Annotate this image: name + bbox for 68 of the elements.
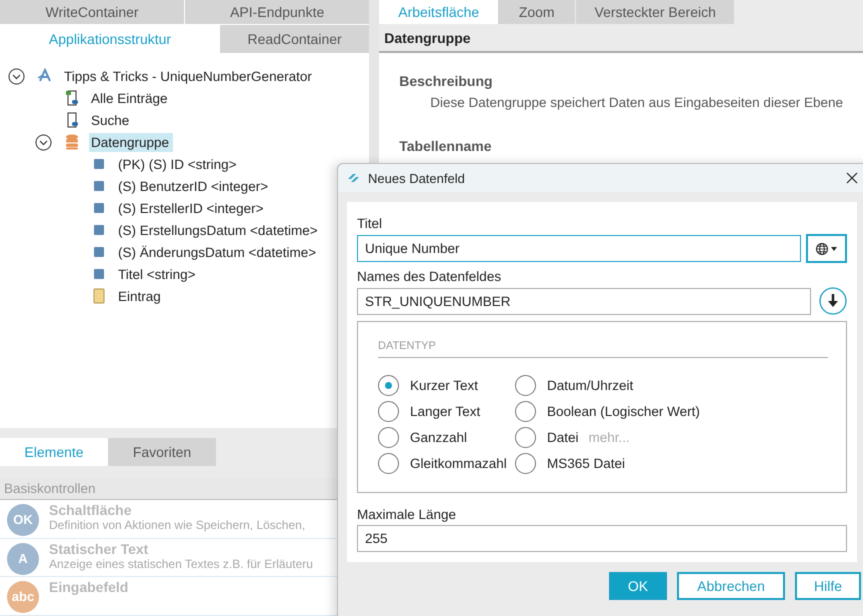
field-label: Names des Datenfeldes [357,269,502,284]
radio-button[interactable] [378,400,399,422]
tree-item[interactable]: (S) BenutzerID <integer> [116,176,272,196]
language-button[interactable] [806,234,847,263]
field-label: Titel [357,216,384,231]
page-icon [65,90,79,106]
radio-button[interactable] [378,426,399,448]
field-label: Maximale Länge [357,507,458,522]
radio-button[interactable] [515,426,536,448]
control-icon: OK [7,504,39,536]
item-description: Anzeige eines statischen Textes z.B. für Erläuteru [49,556,313,571]
square-icon [92,200,106,216]
tree-item[interactable]: Titel <string> [116,264,200,284]
tab[interactable]: ReadContainer [220,25,370,53]
section-text: Diese Datengruppe speichert Daten aus Eingabeseiten dieser Ebene [429,95,843,110]
close-icon[interactable] [846,172,858,184]
max-length-field[interactable]: 255 [357,525,847,552]
rectangle-icon [92,288,106,304]
radio-button[interactable] [515,452,536,474]
radio-button[interactable] [378,374,399,396]
control-icon: A [7,542,39,575]
control-icon: abc [7,581,39,614]
tab[interactable]: API-Endpunkte [184,0,370,24]
radio-label[interactable]: Boolean (Logischer Wert) [547,404,700,418]
radio-button[interactable] [515,400,536,422]
globe-icon [816,242,838,256]
item-description: Definition von Aktionen wie Speichern, Löschen, [49,518,306,532]
tree-item[interactable]: (S) ErstellerID <integer> [116,198,268,218]
radio-label[interactable]: Datei [547,430,579,444]
tab[interactable]: Favoriten [108,438,216,466]
logo-icon [346,171,360,185]
download-icon[interactable] [819,287,847,315]
square-icon [92,178,106,194]
tab[interactable]: Zoom [498,0,576,24]
square-icon [92,266,106,282]
tab[interactable]: Versteckter Bereich [576,0,734,24]
name-field[interactable]: STR_UNIQUENUMBER [357,288,811,314]
tab[interactable]: WriteContainer [0,0,184,24]
section-heading: Beschreibung [399,73,494,89]
tree-item[interactable]: Suche [89,110,134,130]
square-icon [92,244,106,260]
tree-item[interactable]: (S) ErstellungsDatum <datetime> [116,220,322,240]
collapse-icon[interactable] [35,134,52,150]
compass-icon [38,68,52,84]
square-icon [92,156,106,172]
database-icon [65,134,79,150]
radio-label[interactable]: Datum/Uhrzeit [547,378,634,392]
title-field[interactable]: Unique Number [357,235,801,262]
page-icon [65,112,79,128]
radio-button[interactable] [515,374,536,396]
radio-button[interactable] [378,452,399,474]
collapse-icon[interactable] [8,68,25,84]
tree-item[interactable]: (S) ÄnderungsDatum <datetime> [116,242,320,262]
dialog-title: Neues Datenfeld [368,170,466,186]
radio-label[interactable]: Gleitkommazahl [410,456,507,470]
section-heading: Tabellenname [399,138,493,154]
tree-item[interactable]: Alle Einträge [89,88,172,108]
radio-label[interactable]: MS365 Datei [547,456,626,470]
panel-header: Datengruppe [379,24,863,53]
tree-item[interactable]: Tipps & Tricks - UniqueNumberGenerator [62,66,316,86]
radio-label[interactable]: Ganzzahl [410,430,468,444]
tree-item[interactable]: Datengruppe [89,132,174,152]
square-icon [92,222,106,238]
radio-label[interactable]: Kurzer Text [410,378,478,392]
group-label: DATENTYP [378,340,828,358]
tree-item[interactable]: (PK) (S) ID <string> [116,154,241,174]
tree-item[interactable]: Eintrag [116,286,165,306]
radio-label[interactable]: Langer Text [410,404,480,418]
